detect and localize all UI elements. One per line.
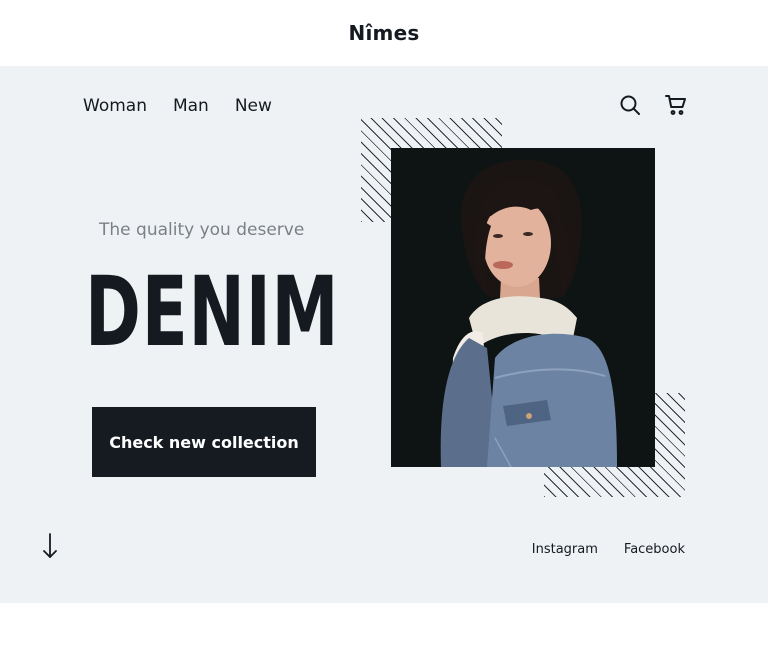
cart-icon[interactable] xyxy=(664,93,688,117)
check-collection-button[interactable]: Check new collection xyxy=(92,407,316,477)
main-nav: Woman Man New xyxy=(83,96,272,116)
nav-item-new[interactable]: New xyxy=(235,96,272,116)
hero-section: Woman Man New The quality you deserve DE… xyxy=(0,66,768,603)
nav-item-man[interactable]: Man xyxy=(173,96,209,116)
social-link-facebook[interactable]: Facebook xyxy=(624,542,685,557)
nav-item-woman[interactable]: Woman xyxy=(83,96,147,116)
header-actions xyxy=(618,93,688,117)
social-links: Instagram Facebook xyxy=(532,542,685,557)
top-bar: Nîmes xyxy=(0,0,768,66)
hero-tagline: The quality you deserve xyxy=(99,220,305,240)
model-illustration xyxy=(391,148,655,467)
social-link-instagram[interactable]: Instagram xyxy=(532,542,598,557)
arrow-down-icon[interactable] xyxy=(41,532,59,560)
hero-headline: DENIM xyxy=(85,256,340,368)
brand-logo[interactable]: Nîmes xyxy=(349,21,420,45)
model-photo xyxy=(391,148,655,467)
search-icon[interactable] xyxy=(618,93,642,117)
